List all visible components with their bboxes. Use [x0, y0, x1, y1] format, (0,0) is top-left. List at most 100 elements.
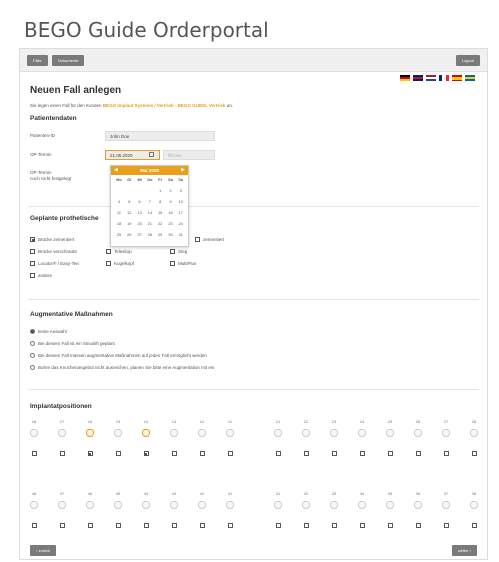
tooth-icon[interactable]	[142, 501, 150, 509]
tooth-checkbox[interactable]	[471, 451, 477, 456]
tooth-icon[interactable]	[414, 501, 422, 509]
tooth-icon[interactable]	[170, 501, 178, 509]
tooth-icon[interactable]	[86, 429, 94, 437]
tooth-checkbox[interactable]	[415, 523, 421, 528]
tooth-checkbox[interactable]	[143, 523, 149, 528]
tooth-checkbox[interactable]	[443, 523, 449, 528]
faelle-button[interactable]: Fälle	[27, 55, 48, 66]
tooth-icon[interactable]	[30, 501, 38, 509]
calendar-day[interactable]: 31	[176, 233, 186, 237]
tooth-checkbox[interactable]	[415, 451, 421, 456]
tooth-icon[interactable]	[302, 501, 310, 509]
calendar-day[interactable]: 6	[135, 200, 145, 204]
tooth-checkbox[interactable]	[331, 451, 337, 456]
tooth-checkbox[interactable]	[143, 451, 149, 456]
tooth-icon[interactable]	[330, 429, 338, 437]
tooth-icon[interactable]	[58, 429, 66, 437]
tooth-checkbox[interactable]	[387, 451, 393, 456]
calendar-day[interactable]: 2	[166, 189, 176, 193]
calendar-day[interactable]: 10	[176, 200, 186, 204]
tooth-checkbox[interactable]	[87, 523, 93, 528]
flag-fr-icon[interactable]	[439, 75, 449, 81]
calendar-day[interactable]: 15	[155, 211, 165, 215]
tooth-checkbox[interactable]	[275, 523, 281, 528]
prosthetic-checkbox[interactable]	[170, 261, 175, 266]
tooth-checkbox[interactable]	[31, 451, 37, 456]
prosthetic-checkbox[interactable]	[30, 249, 35, 254]
calendar-day[interactable]: 5	[124, 200, 134, 204]
flag-gb-icon[interactable]	[413, 75, 423, 81]
tooth-icon[interactable]	[114, 501, 122, 509]
tooth-icon[interactable]	[142, 429, 150, 437]
tooth-checkbox[interactable]	[359, 451, 365, 456]
augmentation-radio[interactable]	[30, 329, 35, 334]
calendar-day[interactable]: 7	[145, 200, 155, 204]
tooth-icon[interactable]	[274, 501, 282, 509]
tooth-icon[interactable]	[330, 501, 338, 509]
calendar-icon[interactable]	[149, 152, 154, 157]
tooth-checkbox[interactable]	[59, 451, 65, 456]
calendar-day[interactable]: 27	[135, 233, 145, 237]
tooth-checkbox[interactable]	[31, 523, 37, 528]
op-time-input[interactable]: hh:mm	[163, 150, 215, 160]
calendar-day[interactable]: 22	[155, 222, 165, 226]
tooth-icon[interactable]	[358, 501, 366, 509]
flag-nl-icon[interactable]	[426, 75, 436, 81]
prosthetic-checkbox[interactable]	[106, 249, 111, 254]
prosthetic-checkbox[interactable]	[170, 249, 175, 254]
calendar-day[interactable]: 11	[114, 211, 124, 215]
tooth-checkbox[interactable]	[331, 523, 337, 528]
calendar-day[interactable]: 18	[114, 222, 124, 226]
back-button[interactable]: ‹ zurück	[30, 545, 57, 556]
calendar-day[interactable]: 23	[166, 222, 176, 226]
tooth-icon[interactable]	[58, 501, 66, 509]
tooth-icon[interactable]	[470, 501, 478, 509]
tooth-icon[interactable]	[198, 501, 206, 509]
tooth-icon[interactable]	[86, 501, 94, 509]
prosthetic-checkbox[interactable]	[30, 273, 35, 278]
calendar-day[interactable]: 8	[155, 200, 165, 204]
tooth-icon[interactable]	[274, 429, 282, 437]
calendar-day[interactable]: 14	[145, 211, 155, 215]
tooth-icon[interactable]	[302, 429, 310, 437]
tooth-checkbox[interactable]	[303, 451, 309, 456]
augmentation-radio[interactable]	[30, 365, 35, 370]
prev-month-icon[interactable]: ◀	[114, 166, 118, 175]
calendar-day[interactable]: 17	[176, 211, 186, 215]
calendar-day[interactable]: 24	[176, 222, 186, 226]
tooth-icon[interactable]	[386, 501, 394, 509]
tooth-checkbox[interactable]	[87, 451, 93, 456]
calendar-day[interactable]: 1	[155, 189, 165, 193]
next-button[interactable]: weiter ›	[451, 545, 477, 556]
flag-se-icon[interactable]	[465, 75, 475, 81]
calendar-day[interactable]: 4	[114, 200, 124, 204]
next-month-icon[interactable]: ▶	[181, 166, 185, 175]
augmentation-radio[interactable]	[30, 353, 35, 358]
calendar-day[interactable]: 29	[155, 233, 165, 237]
calendar-day[interactable]: 28	[145, 233, 155, 237]
tooth-checkbox[interactable]	[171, 451, 177, 456]
tooth-icon[interactable]	[114, 429, 122, 437]
tooth-icon[interactable]	[170, 429, 178, 437]
calendar-day[interactable]: 19	[124, 222, 134, 226]
calendar-day[interactable]: 16	[166, 211, 176, 215]
calendar-day[interactable]: 30	[166, 233, 176, 237]
tooth-checkbox[interactable]	[171, 523, 177, 528]
tooth-icon[interactable]	[226, 429, 234, 437]
tooth-checkbox[interactable]	[199, 523, 205, 528]
flag-de-icon[interactable]	[400, 75, 410, 81]
tooth-icon[interactable]	[30, 429, 38, 437]
prosthetic-checkbox[interactable]	[30, 261, 35, 266]
tooth-checkbox[interactable]	[471, 523, 477, 528]
tooth-checkbox[interactable]	[359, 523, 365, 528]
tooth-icon[interactable]	[226, 501, 234, 509]
tooth-icon[interactable]	[442, 429, 450, 437]
tooth-icon[interactable]	[442, 501, 450, 509]
prosthetic-checkbox[interactable]	[106, 261, 111, 266]
tooth-checkbox[interactable]	[443, 451, 449, 456]
tooth-checkbox[interactable]	[303, 523, 309, 528]
calendar-day[interactable]: 21	[145, 222, 155, 226]
prosthetic-checkbox[interactable]	[30, 237, 35, 242]
tooth-checkbox[interactable]	[387, 523, 393, 528]
tooth-icon[interactable]	[198, 429, 206, 437]
